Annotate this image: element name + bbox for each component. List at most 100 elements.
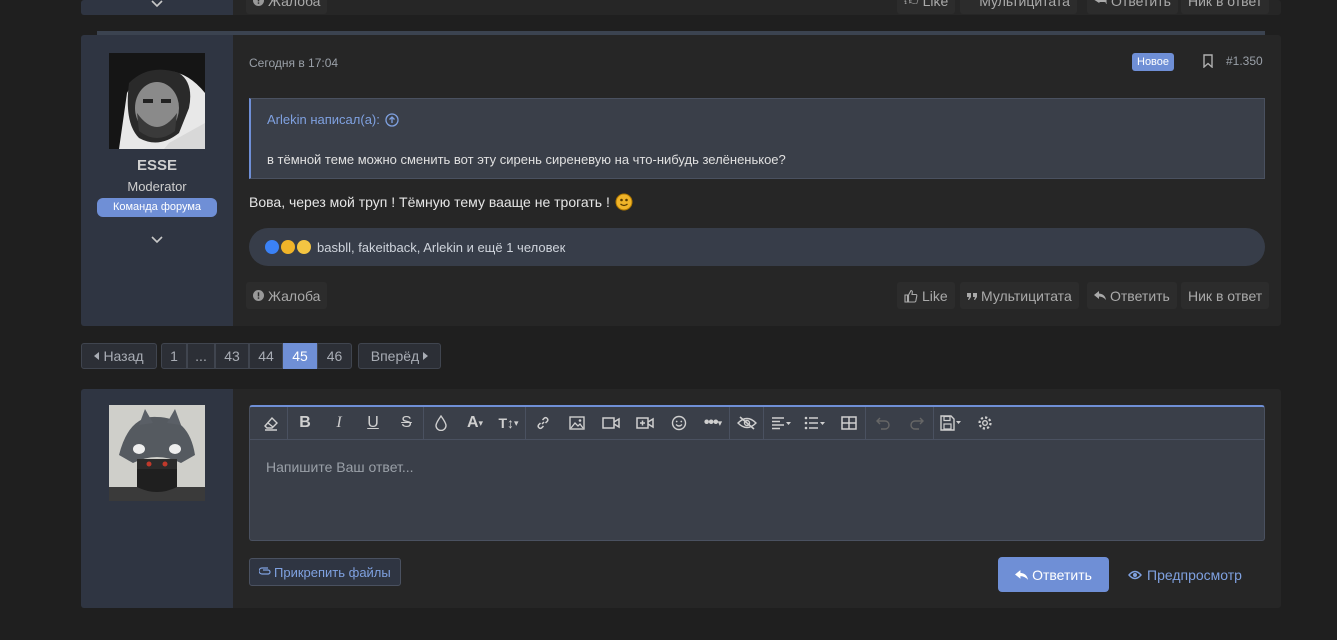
- text-color-icon[interactable]: [424, 407, 458, 440]
- next-page-label: Вперёд: [370, 348, 420, 364]
- multiquote-label: Мультицитата: [981, 287, 1072, 304]
- submit-reply-button[interactable]: Ответить: [998, 557, 1109, 592]
- alert-icon: [253, 290, 264, 301]
- user-title: Moderator: [127, 179, 187, 194]
- multiquote-button[interactable]: ❞ Мультицитата: [960, 0, 1077, 14]
- like-button[interactable]: Like: [897, 282, 955, 309]
- message-editor[interactable]: B I U S A ▾ T↕ ▾ ••• ▾ Напишите Ваш отве…: [249, 405, 1265, 541]
- image-icon[interactable]: [560, 407, 594, 440]
- reply-user-column: [81, 389, 233, 608]
- align-icon[interactable]: [764, 407, 798, 440]
- page-link[interactable]: 1: [161, 343, 187, 369]
- undo-icon[interactable]: [866, 407, 900, 440]
- alert-icon: [253, 0, 264, 6]
- chevron-down-icon[interactable]: [149, 231, 165, 247]
- post-message-text: Вова, через мой труп ! Тёмную тему вааще…: [249, 194, 610, 210]
- bold-icon[interactable]: B: [288, 407, 322, 440]
- pagination: 1 ... 43 44 45 46: [161, 343, 352, 369]
- quote-text: в тёмной теме можно сменить вот эту сире…: [267, 152, 786, 167]
- page-link[interactable]: 43: [215, 343, 249, 369]
- bookmark-icon[interactable]: [1202, 54, 1214, 68]
- chevron-down-icon[interactable]: [149, 0, 165, 11]
- paperclip-icon: [259, 567, 271, 575]
- editor-toolbar: B I U S A ▾ T↕ ▾ ••• ▾: [250, 406, 1264, 440]
- editor-placeholder: Напишите Ваш ответ...: [266, 459, 414, 475]
- quick-reply: B I U S A ▾ T↕ ▾ ••• ▾ Напишите Ваш отве…: [81, 389, 1281, 608]
- thinking-reaction-icon: [281, 240, 295, 254]
- settings-icon[interactable]: [968, 407, 1002, 440]
- like-reaction-icon: [265, 240, 279, 254]
- report-label: Жалоба: [268, 0, 321, 9]
- previous-post-user-column: [81, 0, 233, 15]
- report-button[interactable]: Жалоба: [246, 282, 328, 309]
- post-number[interactable]: #1.350: [1226, 54, 1263, 68]
- caret-left-icon: [94, 352, 100, 360]
- nick-reply-label: Ник в ответ: [1188, 0, 1263, 9]
- report-button[interactable]: Жалоба: [246, 0, 328, 14]
- reply-icon: [1094, 291, 1106, 300]
- eye-icon: [1128, 570, 1142, 579]
- post-date[interactable]: Сегодня в 17:04: [249, 56, 338, 70]
- post-message: Вова, через мой труп ! Тёмную тему вааще…: [249, 193, 633, 211]
- strikethrough-icon[interactable]: S: [390, 406, 424, 440]
- attach-files-label: Прикрепить файлы: [274, 564, 391, 580]
- multiquote-button[interactable]: Мультицитата: [960, 282, 1079, 309]
- arrow-up-circle-icon[interactable]: [385, 112, 399, 127]
- font-family-icon[interactable]: A ▾: [458, 407, 492, 440]
- current-page[interactable]: 45: [283, 343, 317, 369]
- nick-reply-button[interactable]: Ник в ответ: [1181, 0, 1270, 14]
- redo-icon[interactable]: [900, 406, 934, 440]
- report-label: Жалоба: [268, 287, 321, 304]
- reply-button[interactable]: Ответить: [1087, 282, 1177, 309]
- italic-icon[interactable]: I: [322, 407, 356, 440]
- next-page-button[interactable]: Вперёд: [358, 343, 441, 369]
- thumbs-up-icon: 👍︎: [904, 0, 919, 8]
- pagination-prev: Назад: [81, 343, 157, 369]
- nick-reply-button[interactable]: Ник в ответ: [1181, 282, 1270, 309]
- pagination-next: Вперёд: [358, 343, 441, 369]
- prev-page-label: Назад: [103, 348, 144, 364]
- post-user-column: ESSE Moderator Команда форума: [81, 35, 233, 326]
- avatar[interactable]: [109, 405, 205, 501]
- reply-button[interactable]: ⮪ Ответить: [1087, 0, 1178, 14]
- list-icon[interactable]: [798, 407, 832, 440]
- video-icon[interactable]: [594, 407, 628, 440]
- more-icon[interactable]: ••• ▾: [696, 406, 730, 440]
- drafts-icon[interactable]: [934, 407, 968, 440]
- reply-icon: ⮪: [1094, 0, 1108, 8]
- avatar[interactable]: [109, 53, 205, 149]
- quote-header[interactable]: Arlekin написал(а):: [267, 112, 399, 127]
- page-ellipsis[interactable]: ...: [187, 343, 215, 369]
- reply-icon: [1015, 569, 1029, 580]
- font-size-icon[interactable]: T↕ ▾: [492, 406, 526, 440]
- reply-label: Ответить: [1111, 0, 1171, 9]
- reactions-text[interactable]: basbll, fakeitback, Arlekin и ещё 1 чело…: [317, 240, 565, 255]
- media-icon[interactable]: [628, 407, 662, 440]
- link-icon[interactable]: [526, 407, 560, 440]
- username[interactable]: ESSE: [81, 157, 233, 174]
- like-button[interactable]: 👍︎ Like: [897, 0, 956, 14]
- like-label: Like: [922, 0, 949, 9]
- table-icon[interactable]: [832, 406, 866, 440]
- underline-icon[interactable]: U: [356, 407, 390, 440]
- nick-reply-label: Ник в ответ: [1188, 287, 1263, 304]
- caret-right-icon: [423, 352, 429, 360]
- spoiler-icon[interactable]: [730, 406, 764, 440]
- preview-label: Предпросмотр: [1147, 566, 1242, 583]
- quote-author[interactable]: Arlekin написал(а):: [267, 112, 380, 127]
- emoji-icon: [615, 193, 633, 211]
- preview-button[interactable]: Предпросмотр: [1128, 557, 1242, 592]
- emoji-icon[interactable]: [662, 407, 696, 440]
- submit-reply-label: Ответить: [1032, 566, 1092, 583]
- laugh-reaction-icon: [297, 240, 311, 254]
- page-link[interactable]: 46: [317, 343, 352, 369]
- page-link[interactable]: 44: [249, 343, 283, 369]
- reactions-bar[interactable]: basbll, fakeitback, Arlekin и ещё 1 чело…: [249, 228, 1265, 266]
- quote-block: Arlekin написал(а): в тёмной теме можно …: [249, 98, 1265, 179]
- attach-files-button[interactable]: Прикрепить файлы: [249, 558, 401, 586]
- quote-icon: ❞: [967, 0, 976, 8]
- eraser-icon[interactable]: [254, 406, 288, 440]
- reply-label: Ответить: [1110, 287, 1170, 304]
- thumbs-up-icon: [904, 289, 918, 303]
- prev-page-button[interactable]: Назад: [81, 343, 157, 369]
